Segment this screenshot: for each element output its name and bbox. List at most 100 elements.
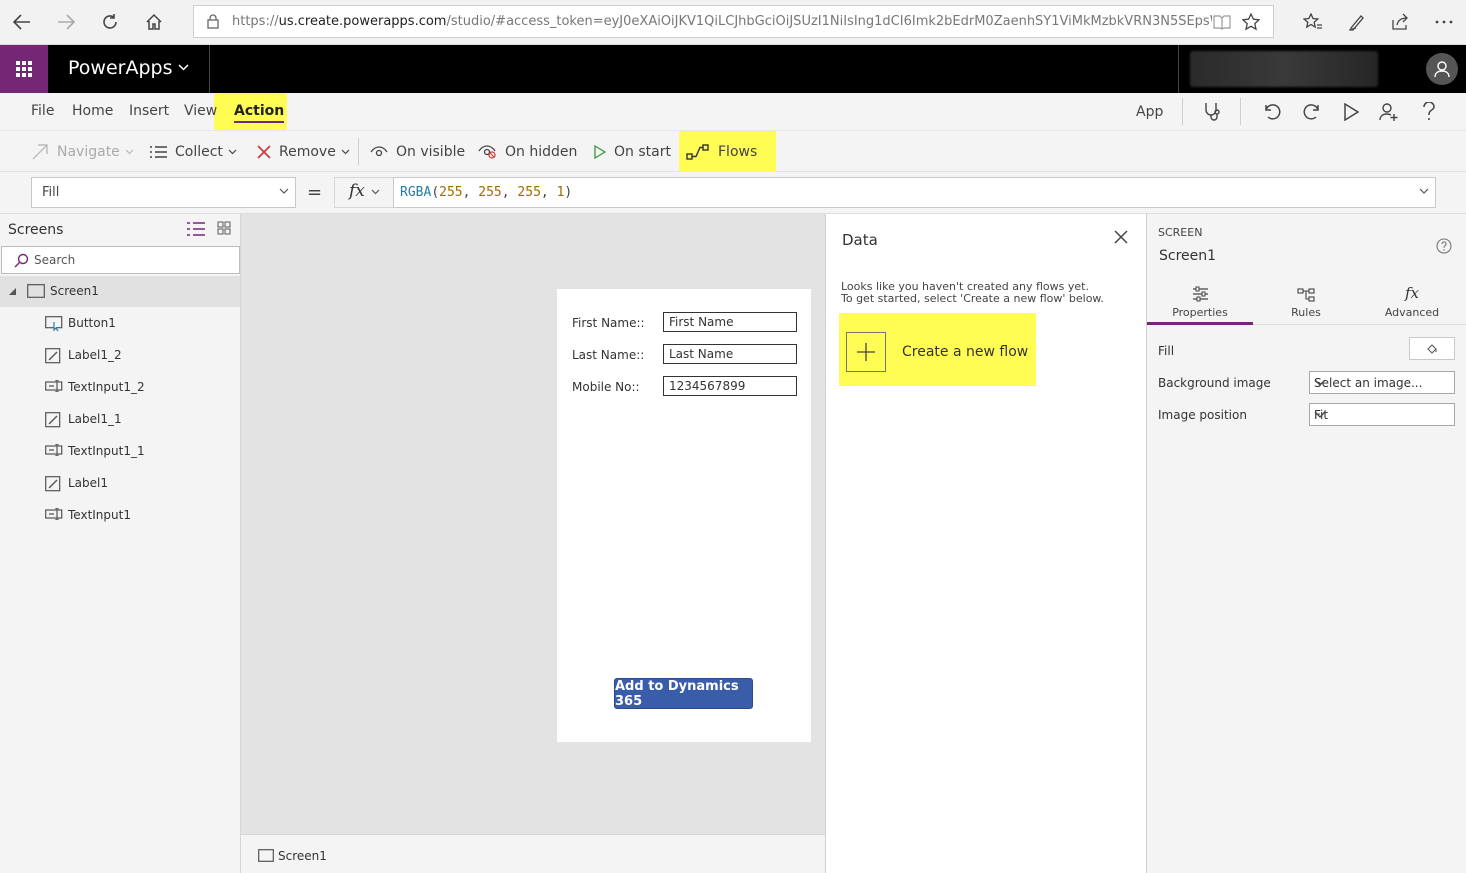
refresh-icon[interactable] [98, 10, 122, 34]
fx-button[interactable]: fx [334, 177, 394, 208]
last-name-input[interactable]: Last Name [663, 344, 797, 364]
button-icon [45, 316, 63, 332]
app-settings-button[interactable]: App [1136, 104, 1163, 120]
collapse-triangle-icon[interactable] [8, 287, 17, 296]
tree-item-label1-2[interactable]: Label1_2 [0, 340, 240, 372]
app-checker-icon[interactable] [1201, 101, 1223, 123]
tab-advanced[interactable]: fx Advanced [1359, 280, 1465, 324]
formula-input[interactable]: RGBA(255, 255, 255, 1) [393, 177, 1436, 208]
reading-view-icon[interactable] [1213, 14, 1231, 30]
control-name: Screen1 [1159, 248, 1217, 264]
first-name-label[interactable]: First Name:: [572, 316, 645, 330]
tab-properties[interactable]: Properties [1147, 280, 1253, 324]
tree-item-label: Screen1 [50, 284, 99, 298]
tree-item-label1-1[interactable]: Label1_1 [0, 404, 240, 436]
app-header: PowerApps [0, 45, 1466, 93]
expand-formula-icon[interactable] [1419, 188, 1429, 194]
redo-icon[interactable] [1301, 101, 1323, 123]
on-visible-button[interactable]: On visible [370, 131, 465, 173]
app-name[interactable]: PowerApps [68, 57, 172, 79]
chevron-down-icon [341, 149, 350, 155]
tree-item-label: Label1_2 [68, 348, 122, 362]
close-x-icon [257, 145, 271, 159]
on-start-button[interactable]: On start [594, 131, 671, 173]
sliders-icon [1147, 280, 1253, 302]
on-start-label: On start [614, 144, 671, 160]
text-input-icon [45, 380, 63, 392]
menu-insert[interactable]: Insert [129, 103, 169, 119]
create-new-flow-button[interactable]: Create a new flow [846, 332, 1028, 372]
app-screen-preview[interactable]: First Name:: First Name Last Name:: Last… [557, 289, 811, 742]
panel-title: Data [842, 231, 878, 249]
app-launcher-icon[interactable] [0, 45, 48, 93]
text-input-icon [45, 508, 63, 520]
on-hidden-button[interactable]: On hidden [478, 131, 577, 173]
property-value: Fill [42, 185, 60, 200]
first-name-input[interactable]: First Name [663, 312, 797, 332]
pen-icon[interactable] [1345, 10, 1369, 34]
background-image-label: Background image [1158, 376, 1271, 390]
home-icon[interactable] [142, 10, 166, 34]
chevron-down-icon [1314, 379, 1450, 386]
more-options-icon[interactable] [1432, 10, 1456, 34]
on-visible-label: On visible [396, 144, 466, 160]
label-icon [45, 348, 61, 364]
address-bar[interactable]: https://us.create.powerapps.com/studio/#… [193, 5, 1274, 38]
thumbnail-view-icon[interactable] [217, 221, 231, 235]
label-icon [45, 476, 61, 492]
favorites-icon[interactable] [1301, 10, 1325, 34]
tree-item-label1[interactable]: Label1 [0, 468, 240, 500]
help-circle-icon[interactable] [1436, 238, 1452, 254]
share-icon[interactable] [1388, 10, 1412, 34]
mobile-input[interactable]: 1234567899 [663, 376, 797, 396]
back-arrow-icon[interactable] [10, 10, 34, 34]
chevron-down-icon[interactable] [178, 64, 189, 71]
menu-view[interactable]: View [184, 103, 217, 119]
close-icon[interactable] [1114, 230, 1128, 244]
tree-item-textinput1[interactable]: TextInput1 [0, 500, 240, 532]
on-hidden-label: On hidden [505, 144, 578, 160]
share-user-icon[interactable] [1378, 101, 1400, 123]
menu-action[interactable]: Action [234, 103, 285, 123]
chevron-down-icon [125, 149, 134, 155]
last-name-label[interactable]: Last Name:: [572, 348, 644, 362]
search-box[interactable] [1, 246, 240, 274]
control-type-caption: SCREEN [1158, 226, 1203, 239]
tree-item-label: Label1 [68, 476, 109, 490]
menu-home[interactable]: Home [72, 103, 113, 119]
chevron-down-icon [1314, 411, 1450, 418]
tab-rules[interactable]: Rules [1253, 280, 1359, 324]
image-position-dropdown[interactable]: Fit [1309, 403, 1455, 426]
add-to-dynamics-button[interactable]: Add to Dynamics 365 [614, 678, 753, 709]
tree-item-screen1[interactable]: Screen1 [0, 276, 240, 307]
tree-item-textinput1-2[interactable]: TextInput1_2 [0, 372, 240, 404]
collect-button[interactable]: Collect [150, 131, 237, 173]
play-preview-icon[interactable] [1340, 101, 1362, 123]
chevron-down-icon [228, 149, 237, 155]
menu-file[interactable]: File [31, 103, 54, 119]
list-icon [150, 145, 167, 159]
chevron-down-icon [371, 189, 380, 195]
current-screen-label[interactable]: Screen1 [278, 849, 327, 863]
formula-text: RGBA(255, 255, 255, 1) [400, 185, 573, 200]
navigate-button[interactable]: Navigate [31, 131, 134, 173]
fill-color-picker[interactable] [1409, 337, 1455, 360]
image-position-label: Image position [1158, 408, 1247, 422]
play-icon [594, 145, 606, 159]
search-input[interactable] [34, 251, 234, 269]
favorite-star-icon[interactable] [1242, 13, 1260, 31]
remove-button[interactable]: Remove [257, 131, 350, 173]
mobile-label[interactable]: Mobile No:: [572, 380, 640, 394]
tree-view-pane: Screens Screen1 Button1 Label1_2 [0, 214, 241, 873]
tree-item-button1[interactable]: Button1 [0, 308, 240, 340]
tree-item-textinput1-1[interactable]: TextInput1_1 [0, 436, 240, 468]
tree-view-icon[interactable] [187, 222, 205, 236]
text-input-icon [45, 444, 63, 456]
help-question-icon[interactable] [1418, 101, 1440, 123]
background-image-dropdown[interactable]: Select an image... [1309, 371, 1455, 394]
flows-button[interactable]: Flows [686, 131, 757, 173]
property-dropdown[interactable]: Fill [31, 177, 296, 208]
forward-arrow-icon[interactable] [54, 10, 78, 34]
undo-icon[interactable] [1261, 101, 1283, 123]
avatar[interactable] [1426, 53, 1458, 85]
